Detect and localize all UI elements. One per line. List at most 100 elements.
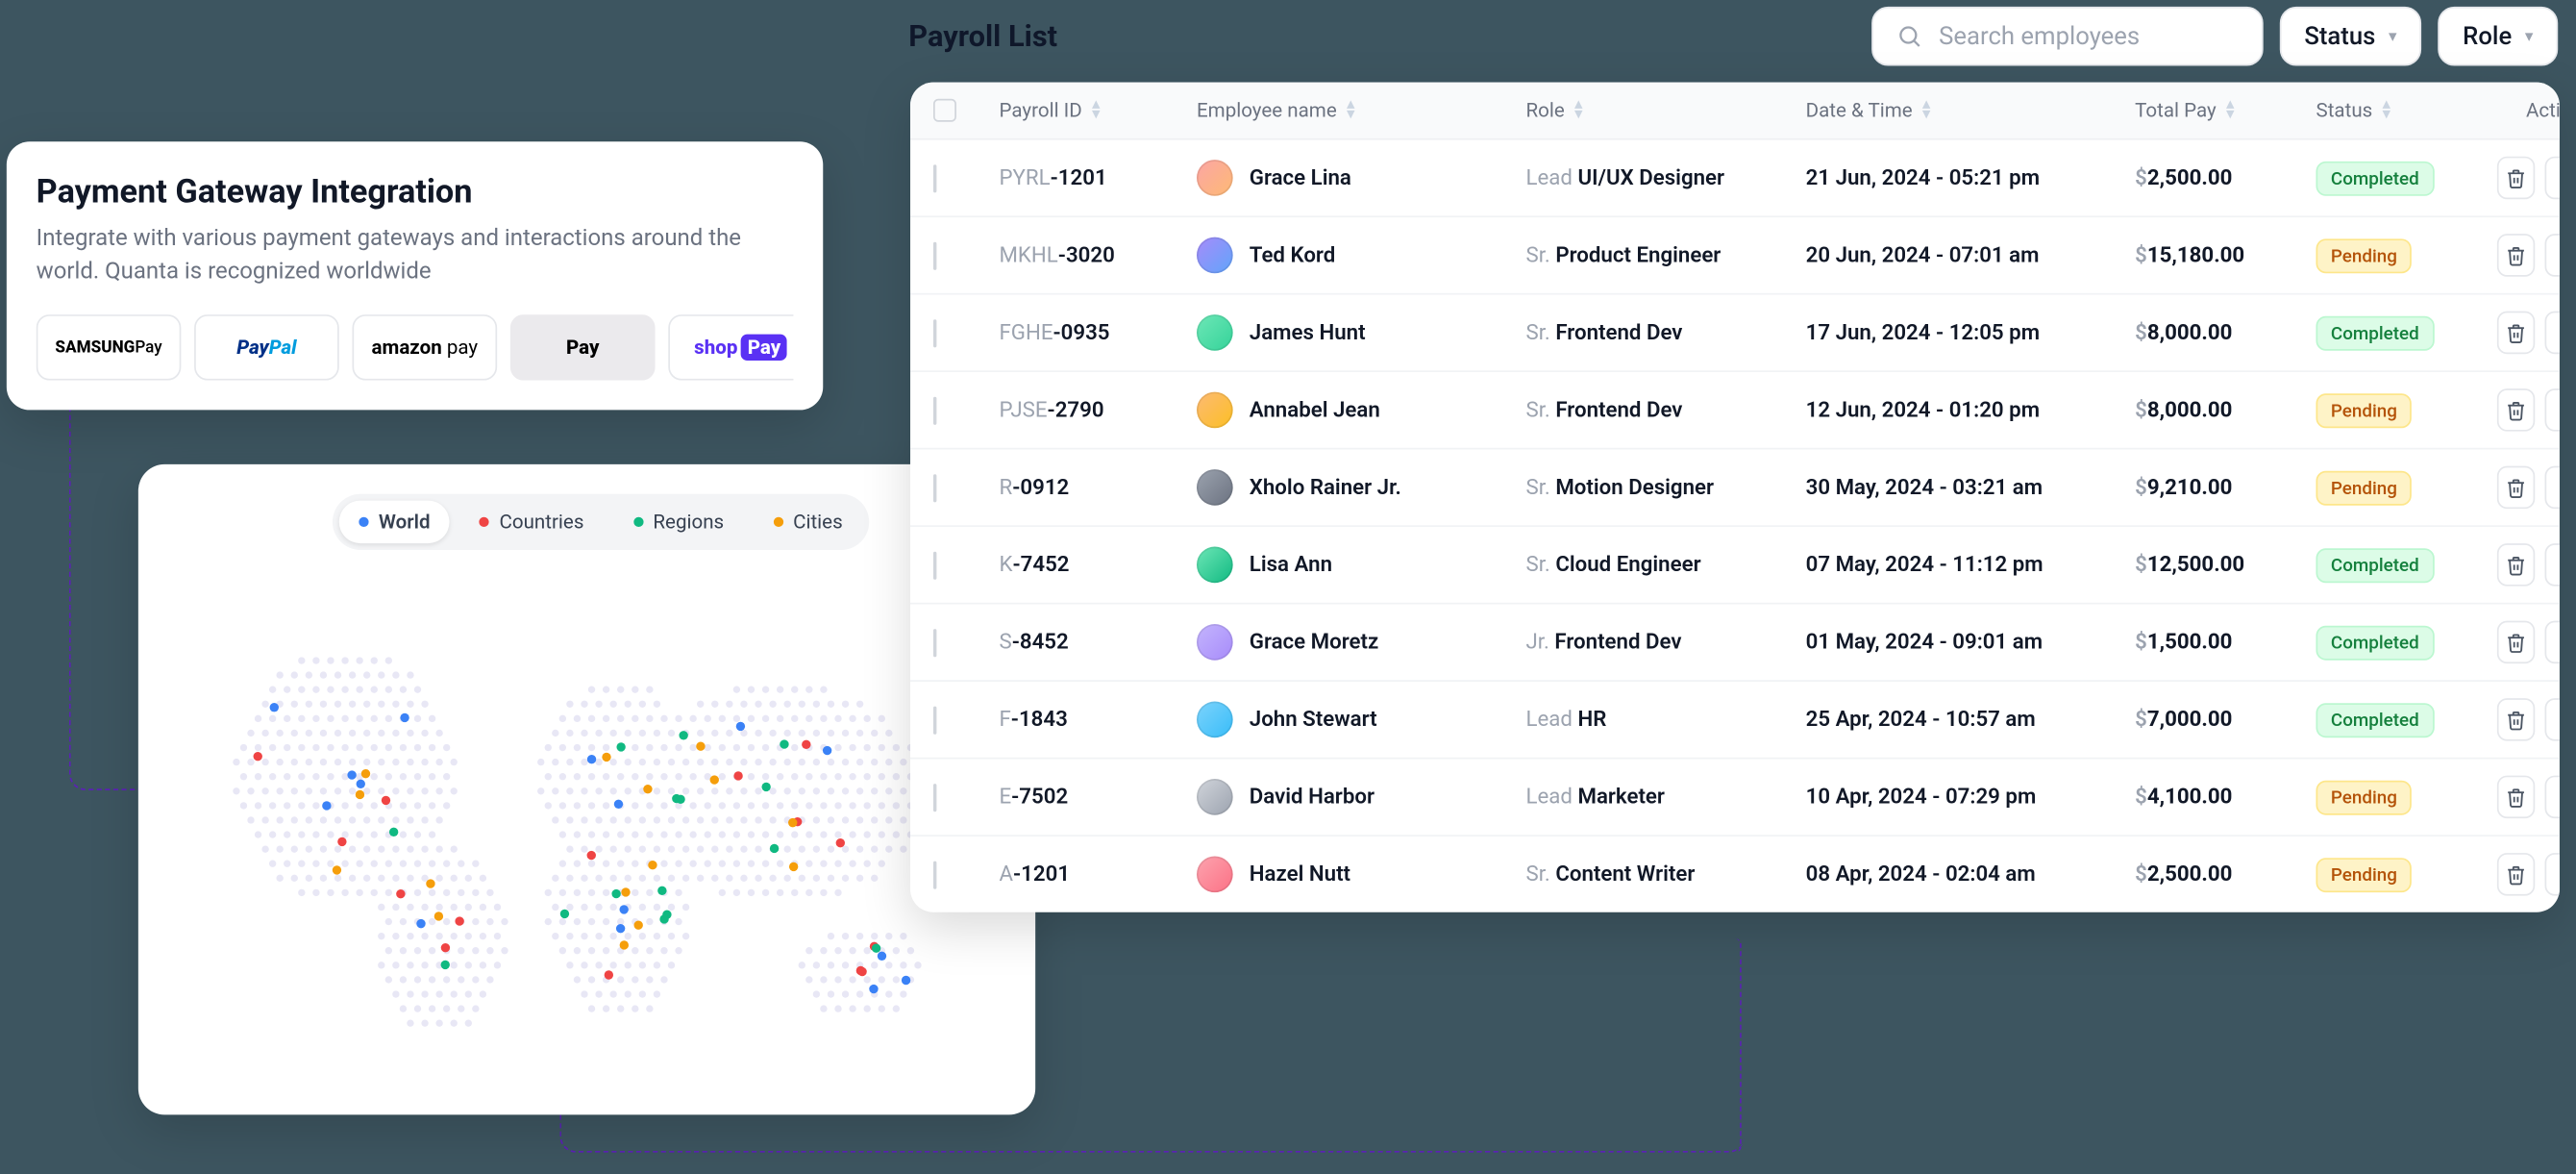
more-vertical-icon — [2553, 477, 2560, 498]
more-vertical-icon — [2553, 863, 2560, 885]
pay-cell: $2,500.00 — [2135, 165, 2316, 190]
sort-icon: ▴▾ — [1922, 100, 1931, 120]
row-checkbox[interactable] — [933, 861, 936, 888]
map-tab-regions[interactable]: Regions — [613, 501, 743, 544]
payment-logo[interactable]: SAMSUNG Pay — [37, 314, 182, 381]
role-cell: Sr. Frontend Dev — [1525, 320, 1805, 345]
delete-button[interactable] — [2497, 466, 2535, 510]
map-tab-cities[interactable]: Cities — [754, 501, 862, 544]
delete-button[interactable] — [2497, 234, 2535, 277]
pay-cell: $9,210.00 — [2135, 475, 2316, 500]
more-button[interactable] — [2545, 776, 2560, 819]
more-button[interactable] — [2545, 234, 2560, 277]
avatar — [1197, 779, 1233, 815]
delete-button[interactable] — [2497, 388, 2535, 432]
role-cell: Lead HR — [1525, 708, 1805, 733]
map-tab-countries[interactable]: Countries — [459, 501, 604, 544]
datetime-cell: 17 Jun, 2024 - 12:05 pm — [1806, 320, 2136, 345]
row-checkbox[interactable] — [933, 473, 936, 501]
chevron-down-icon: ▾ — [2525, 27, 2534, 45]
map-tab-world[interactable]: World — [339, 501, 450, 544]
more-vertical-icon — [2553, 709, 2560, 730]
page-title: Payroll List — [908, 19, 1057, 54]
delete-button[interactable] — [2497, 698, 2535, 741]
more-button[interactable] — [2545, 466, 2560, 510]
more-vertical-icon — [2553, 554, 2560, 575]
payment-logo[interactable]: PayPal — [194, 314, 339, 381]
row-checkbox[interactable] — [933, 706, 936, 734]
delete-button[interactable] — [2497, 776, 2535, 819]
more-button[interactable] — [2545, 698, 2560, 741]
row-checkbox[interactable] — [933, 396, 936, 424]
avatar — [1197, 702, 1233, 738]
row-checkbox[interactable] — [933, 628, 936, 656]
status-badge: Pending — [2316, 392, 2412, 427]
delete-button[interactable] — [2497, 543, 2535, 587]
delete-button[interactable] — [2497, 157, 2535, 200]
status-badge: Pending — [2316, 857, 2412, 891]
more-button[interactable] — [2545, 157, 2560, 200]
trash-icon — [2505, 399, 2526, 420]
role-cell: Sr. Content Writer — [1525, 862, 1805, 887]
table-row: S-8452Grace MoretzJr. Frontend Dev01 May… — [910, 604, 2560, 681]
table-row: FGHE-0935James HuntSr. Frontend Dev17 Ju… — [910, 295, 2560, 372]
delete-button[interactable] — [2497, 312, 2535, 355]
status-badge: Completed — [2316, 161, 2434, 195]
status-cell: Completed — [2316, 702, 2496, 737]
employee-cell: Annabel Jean — [1197, 392, 1526, 429]
th-payroll-id[interactable]: Payroll ID▴▾ — [999, 99, 1197, 122]
datetime-cell: 20 Jun, 2024 - 07:01 am — [1806, 243, 2136, 268]
th-status[interactable]: Status▴▾ — [2316, 99, 2496, 122]
row-checkbox[interactable] — [933, 318, 936, 346]
row-checkbox[interactable] — [933, 163, 936, 191]
th-role[interactable]: Role▴▾ — [1525, 99, 1805, 122]
th-total-pay[interactable]: Total Pay▴▾ — [2135, 99, 2316, 122]
employee-cell: Xholo Rainer Jr. — [1197, 469, 1526, 506]
row-checkbox[interactable] — [933, 241, 936, 269]
employee-cell: Ted Kord — [1197, 237, 1526, 274]
employee-cell: John Stewart — [1197, 702, 1526, 738]
filter-status-label: Status — [2304, 21, 2375, 51]
select-all-checkbox[interactable] — [933, 99, 956, 122]
sort-icon: ▴▾ — [1574, 100, 1583, 120]
more-button[interactable] — [2545, 853, 2560, 896]
filter-status[interactable]: Status ▾ — [2280, 7, 2422, 66]
delete-button[interactable] — [2497, 853, 2535, 896]
employee-cell: James Hunt — [1197, 314, 1526, 351]
status-cell: Pending — [2316, 392, 2496, 427]
datetime-cell: 08 Apr, 2024 - 02:04 am — [1806, 862, 2136, 887]
datetime-cell: 07 May, 2024 - 11:12 pm — [1806, 553, 2136, 578]
more-button[interactable] — [2545, 621, 2560, 664]
sort-icon: ▴▾ — [1092, 100, 1101, 120]
th-date-time[interactable]: Date & Time▴▾ — [1806, 99, 2136, 122]
payment-logo[interactable]: amazon pay — [352, 314, 497, 381]
role-cell: Sr. Frontend Dev — [1525, 398, 1805, 423]
role-cell: Sr. Cloud Engineer — [1525, 553, 1805, 578]
employee-cell: Grace Lina — [1197, 160, 1526, 196]
table-row: K-7452Lisa AnnSr. Cloud Engineer07 May, … — [910, 527, 2560, 604]
role-cell: Lead UI/UX Designer — [1525, 165, 1805, 190]
payment-logo[interactable]: shopPay — [668, 314, 793, 381]
pay-cell: $8,000.00 — [2135, 320, 2316, 345]
payment-gateway-title: Payment Gateway Integration — [37, 171, 794, 211]
datetime-cell: 10 Apr, 2024 - 07:29 pm — [1806, 785, 2136, 810]
more-button[interactable] — [2545, 388, 2560, 432]
row-checkbox[interactable] — [933, 783, 936, 811]
table-row: F-1843John StewartLead HR25 Apr, 2024 - … — [910, 682, 2560, 759]
payroll-id: R-0912 — [999, 475, 1197, 500]
dot-icon — [480, 517, 489, 527]
more-vertical-icon — [2553, 322, 2560, 343]
search-input[interactable]: Search employees — [1871, 7, 2264, 66]
payment-gateway-logos: SAMSUNG PayPayPalamazon pay PayshopPayKl — [37, 314, 794, 381]
more-button[interactable] — [2545, 543, 2560, 587]
avatar — [1197, 469, 1233, 506]
filter-role[interactable]: Role ▾ — [2438, 7, 2558, 66]
delete-button[interactable] — [2497, 621, 2535, 664]
th-employee-name[interactable]: Employee name▴▾ — [1197, 99, 1526, 122]
row-checkbox[interactable] — [933, 551, 936, 579]
pay-cell: $8,000.00 — [2135, 398, 2316, 423]
payment-logo[interactable]: Pay — [510, 314, 656, 381]
datetime-cell: 12 Jun, 2024 - 01:20 pm — [1806, 398, 2136, 423]
more-button[interactable] — [2545, 312, 2560, 355]
payroll-table: Payroll ID▴▾ Employee name▴▾ Role▴▾ Date… — [910, 83, 2560, 912]
